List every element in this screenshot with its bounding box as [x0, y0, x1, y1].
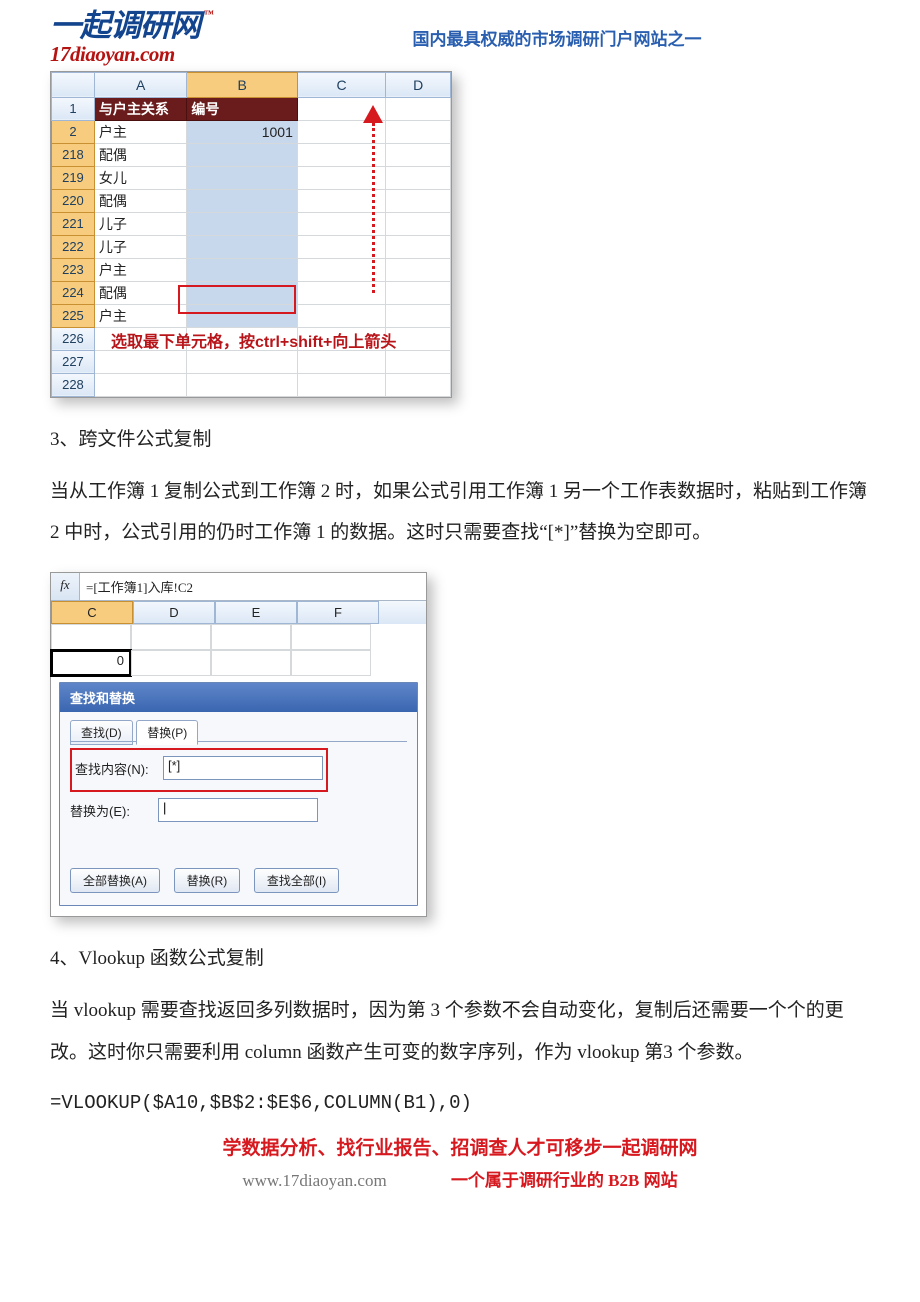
arrow-head-icon — [363, 105, 383, 123]
replace-all-button[interactable]: 全部替换(A) — [70, 868, 160, 893]
col-header-F: F — [297, 601, 379, 624]
cell-relation: 配偶 — [94, 143, 187, 166]
cell-id — [187, 350, 297, 373]
replace-with-input[interactable] — [158, 798, 318, 822]
find-replace-dialog: 查找和替换 查找(D) 替换(P) 查找内容(N): [*] 替换为(E): — [59, 682, 418, 906]
cell-id — [187, 166, 297, 189]
fx-icon: fx — [51, 573, 80, 600]
cell-id: 1001 — [187, 120, 297, 143]
page-header: ™ 一起调研网 17diaoyan.com 国内最具权威的市场调研门户网站之一 — [50, 10, 870, 65]
logo-english: 17diaoyan.com — [50, 43, 200, 65]
row-header: 227 — [52, 350, 95, 373]
find-what-input[interactable]: [*] — [163, 756, 323, 780]
col-header-E: E — [215, 601, 297, 624]
cell-relation: 儿子 — [94, 235, 187, 258]
footer-url: www.17diaoyan.com — [242, 1171, 386, 1190]
row-header: 228 — [52, 373, 95, 396]
cell-id — [187, 373, 297, 396]
header-tagline: 国内最具权威的市场调研门户网站之一 — [244, 25, 870, 50]
col-header-C: C — [51, 601, 133, 624]
footer-line1: 学数据分析、找行业报告、招调查人才可移步一起调研网 — [50, 1132, 870, 1166]
row-header: 223 — [52, 258, 95, 281]
cell-relation: 户主 — [94, 258, 187, 281]
cell-relation: 女儿 — [94, 166, 187, 189]
cell-relation — [94, 350, 187, 373]
vlookup-formula: =VLOOKUP($A10,$B$2:$E$6,COLUMN(B1),0) — [50, 1092, 870, 1114]
cell-relation: 配偶 — [94, 189, 187, 212]
cell-id — [187, 235, 297, 258]
cell-relation: 户主 — [94, 304, 187, 327]
row-header: 220 — [52, 189, 95, 212]
page-footer: 学数据分析、找行业报告、招调查人才可移步一起调研网 www.17diaoyan.… — [50, 1132, 870, 1197]
col-header-D: D — [386, 72, 451, 97]
row-header: 224 — [52, 281, 95, 304]
logo-trademark: ™ — [204, 10, 214, 21]
find-what-label: 查找内容(N): — [75, 759, 155, 778]
col-header-D: D — [133, 601, 215, 624]
highlight-find-field: 查找内容(N): [*] — [70, 748, 328, 792]
cell-id — [187, 258, 297, 281]
replace-with-label: 替换为(E): — [70, 801, 150, 820]
row-header: 225 — [52, 304, 95, 327]
excel-range-screenshot: A B C D 1与户主关系编号2户主1001218配偶219女儿220配偶22… — [50, 71, 452, 398]
row-header: 226 — [52, 327, 95, 350]
cell-id — [187, 281, 297, 304]
dialog-title: 查找和替换 — [60, 683, 417, 712]
cell-relation — [94, 373, 187, 396]
cell-relation: 儿子 — [94, 212, 187, 235]
corner-cell — [52, 72, 95, 97]
cell-id — [187, 212, 297, 235]
replace-button[interactable]: 替换(R) — [174, 868, 241, 893]
col-header-C: C — [297, 72, 385, 97]
cell-id — [187, 304, 297, 327]
row-header: 219 — [52, 166, 95, 189]
section-3-paragraph: 当从工作簿 1 复制公式到工作簿 2 时，如果公式引用工作簿 1 另一个工作表数… — [50, 471, 870, 555]
col-header-B: B — [187, 72, 297, 97]
table-header-relation: 与户主关系 — [94, 97, 187, 120]
row-header: 218 — [52, 143, 95, 166]
active-cell: 0 — [51, 650, 131, 676]
formula-bar: =[工作簿1]入库!C2 — [80, 573, 426, 600]
section-4-heading: 4、Vlookup 函数公式复制 — [50, 943, 870, 970]
row-header: 221 — [52, 212, 95, 235]
site-logo: ™ 一起调研网 17diaoyan.com — [50, 10, 214, 65]
row-header: 222 — [52, 235, 95, 258]
section-3-heading: 3、跨文件公式复制 — [50, 424, 870, 451]
red-annotation: 选取最下单元格，按ctrl+shift+向上箭头 — [111, 328, 441, 352]
replace-tab[interactable]: 替换(P) — [136, 720, 198, 745]
cell-id — [187, 143, 297, 166]
logo-chinese: 一起调研网 — [50, 10, 200, 43]
row-header: 2 — [52, 120, 95, 143]
find-replace-screenshot: fx =[工作簿1]入库!C2 C D E F 0 查找和替换 查找(D) 替换… — [50, 572, 427, 917]
row-header: 1 — [52, 97, 95, 120]
section-4-paragraph: 当 vlookup 需要查找返回多列数据时，因为第 3 个参数不会自动变化，复制… — [50, 990, 870, 1074]
col-header-A: A — [94, 72, 187, 97]
cell-id — [187, 189, 297, 212]
cell-relation: 户主 — [94, 120, 187, 143]
find-all-button[interactable]: 查找全部(I) — [254, 868, 339, 893]
cell-relation: 配偶 — [94, 281, 187, 304]
table-header-id: 编号 — [187, 97, 297, 120]
footer-slogan: 一个属于调研行业的 B2B 网站 — [451, 1171, 678, 1190]
